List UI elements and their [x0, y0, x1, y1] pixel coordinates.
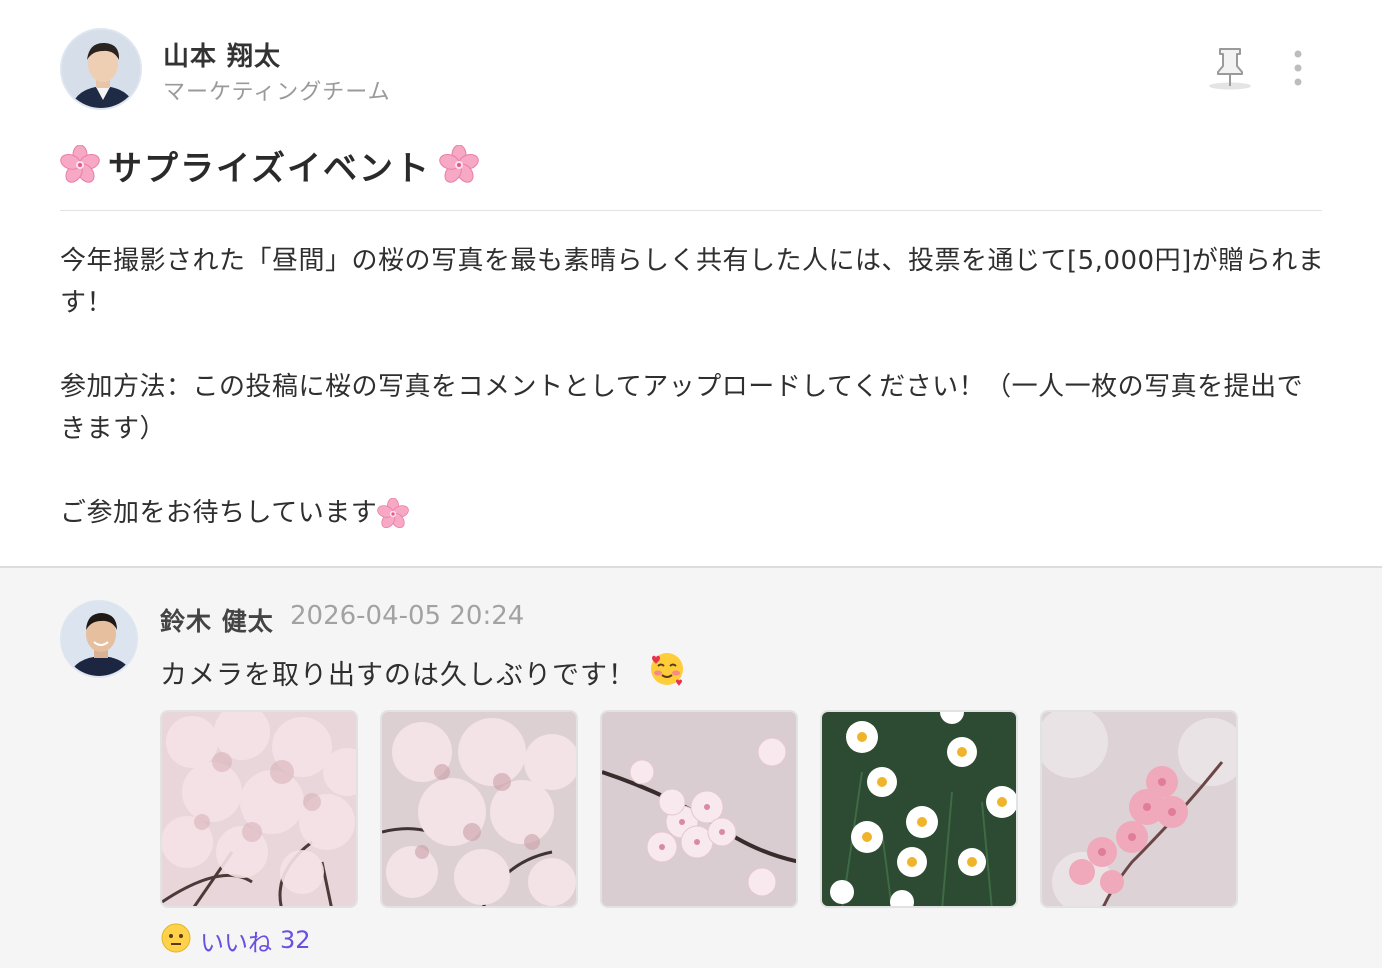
- author-name[interactable]: 山本 翔太: [163, 36, 281, 73]
- post-paragraph-closing: ご参加をお待ちしています: [60, 492, 1325, 534]
- pink-blossom-photo: [1042, 712, 1236, 906]
- cherry-blossom-icon: [439, 145, 479, 185]
- post-paragraph: 参加方法：この投稿に桜の写真をコメントとしてアップロードしてください！（一人一枚…: [60, 372, 1304, 444]
- author-avatar[interactable]: [60, 28, 142, 110]
- post-title: サプライズイベント: [60, 140, 479, 190]
- post-paragraph: 今年撮影された「昼間」の桜の写真を最も素晴らしく共有した人には、投票を通じて[5…: [60, 246, 1325, 318]
- post-body: 今年撮影された「昼間」の桜の写真を最も素晴らしく共有した人には、投票を通じて[5…: [60, 240, 1325, 534]
- cherry-blossom-photo: [162, 712, 356, 906]
- like-label: いいね: [200, 928, 272, 957]
- cherry-blossom-icon: [377, 498, 409, 530]
- like-count: 32: [280, 926, 311, 954]
- photo-thumbnail[interactable]: [600, 710, 798, 908]
- photo-thumbnail[interactable]: [160, 710, 358, 908]
- post-paragraph-text: ご参加をお待ちしています: [60, 498, 378, 528]
- commenter-avatar[interactable]: [60, 600, 138, 678]
- neutral-face-icon: [160, 922, 192, 958]
- comment-text: カメラを取り出すのは久しぶりです！: [160, 650, 686, 695]
- commenter-name[interactable]: 鈴木 健太: [160, 602, 274, 638]
- more-options-button[interactable]: [1282, 46, 1314, 90]
- daisy-photo: [822, 712, 1016, 906]
- post-title-text: サプライズイベント: [108, 148, 431, 189]
- like-button[interactable]: いいね 32: [160, 922, 311, 958]
- comment-text-content: カメラを取り出すのは久しぶりです！: [160, 660, 636, 691]
- photo-thumbnail[interactable]: [820, 710, 1018, 908]
- comment-photos: [160, 710, 1238, 908]
- comment-timestamp: 2026-04-05 20:24: [290, 601, 525, 631]
- smiling-face-with-hearts-icon: [648, 650, 686, 695]
- photo-thumbnail[interactable]: [380, 710, 578, 908]
- title-divider: [60, 210, 1322, 211]
- cherry-blossom-photo: [382, 712, 576, 906]
- post-card: 山本 翔太 マーケティングチーム サプライズイベント 今年撮影された「昼間」の桜…: [0, 0, 1382, 566]
- pin-button[interactable]: [1205, 44, 1255, 92]
- author-team: マーケティングチーム: [163, 80, 391, 105]
- photo-thumbnail[interactable]: [1040, 710, 1238, 908]
- cherry-blossom-icon: [60, 145, 100, 185]
- more-vertical-icon: [1282, 50, 1314, 94]
- cherry-blossom-photo: [602, 712, 796, 906]
- comment-section: 鈴木 健太 2026-04-05 20:24 カメラを取り出すのは久しぶりです！: [0, 566, 1382, 968]
- pushpin-icon: [1205, 48, 1255, 96]
